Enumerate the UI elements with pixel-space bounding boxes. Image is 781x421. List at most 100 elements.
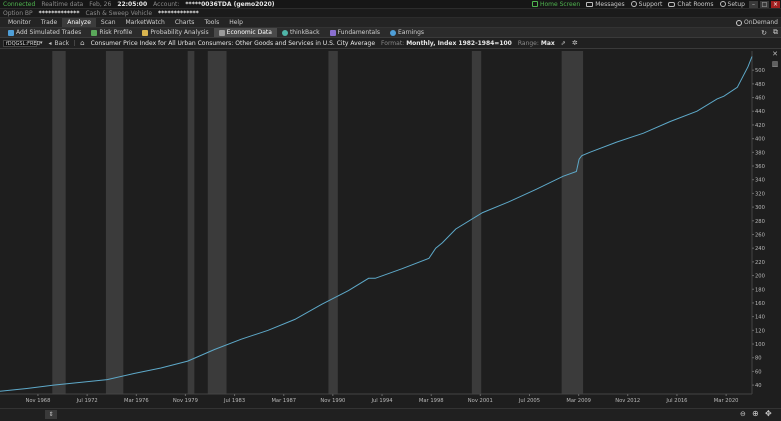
- subtab-fundamentals[interactable]: Fundamentals: [325, 28, 385, 37]
- y-tick-label: 340: [755, 178, 765, 184]
- tab-scan[interactable]: Scan: [96, 18, 121, 27]
- x-tick-label: Nov 1968: [25, 398, 50, 404]
- symbol-input[interactable]: fDQGSL:FRED: [3, 39, 40, 47]
- chevron-left-icon: ◂: [48, 39, 52, 47]
- tab-monitor[interactable]: Monitor: [3, 18, 36, 27]
- status-bar: Connected Realtime data Feb, 26 22:05:00…: [0, 0, 781, 9]
- analyze-sub-nav: Add Simulated Trades Risk Profile Probab…: [0, 28, 781, 38]
- chat-rooms-button[interactable]: Chat Rooms: [665, 0, 716, 8]
- format-value[interactable]: Monthly, Index 1982-1984=100: [405, 40, 515, 47]
- y-tick-label: 260: [755, 232, 765, 238]
- connection-status: Connected: [3, 0, 36, 8]
- chart-settings-gear-icon[interactable]: ✲: [569, 38, 581, 48]
- y-tick-label: 460: [755, 96, 765, 102]
- subtab-label: Fundamentals: [337, 29, 380, 36]
- series-title: Consumer Price Index for All Urban Consu…: [90, 39, 376, 47]
- subtab-label: Economic Data: [226, 29, 272, 36]
- x-tick-label: Mar 1998: [419, 398, 444, 404]
- tab-trade[interactable]: Trade: [36, 18, 62, 27]
- y-tick-label: 100: [755, 342, 765, 348]
- account-bar: Option BP ************* Cash & Sweep Veh…: [0, 9, 781, 18]
- cpi-line-chart[interactable]: 40 60 80 100 120 140 160 180 200 220 240 260 280 300 3…: [0, 49, 781, 408]
- probability-icon: [142, 29, 149, 36]
- tab-tools[interactable]: Tools: [199, 18, 224, 27]
- scroll-handle-icon[interactable]: ⇕: [45, 410, 57, 419]
- option-bp-value: *************: [38, 9, 80, 17]
- zoom-in-icon[interactable]: ⊕: [752, 409, 759, 418]
- envelope-icon: [586, 1, 594, 7]
- x-tick-label: Jul 1972: [76, 398, 98, 404]
- ondemand-label: OnDemand: [744, 19, 778, 26]
- back-button[interactable]: ◂ Back: [46, 38, 73, 48]
- y-tick-label: 300: [755, 205, 765, 211]
- y-tick-label: 440: [755, 109, 765, 115]
- x-tick-label: Nov 1979: [173, 398, 198, 404]
- x-tick-label: Jul 1994: [370, 398, 393, 404]
- fundamentals-icon: [329, 29, 336, 36]
- y-tick-label: 40: [755, 383, 762, 389]
- detach-window-icon[interactable]: ⧉: [770, 28, 781, 37]
- back-label: Back: [54, 39, 70, 47]
- account-label: Account:: [153, 0, 180, 8]
- zoom-out-icon[interactable]: ⊖: [740, 410, 746, 418]
- x-tick-label: Mar 1976: [124, 398, 149, 404]
- tab-analyze[interactable]: Analyze: [62, 18, 96, 27]
- question-icon: [630, 1, 637, 7]
- subtab-label: Add Simulated Trades: [16, 29, 82, 36]
- y-tick-label: 320: [755, 191, 765, 197]
- status-time: 22:05:00: [117, 0, 148, 8]
- setup-button[interactable]: Setup: [717, 0, 748, 8]
- x-tick-label: Jul 2016: [665, 398, 687, 404]
- symbol-dropdown-icon[interactable]: ▾: [37, 38, 46, 48]
- subtab-probability-analysis[interactable]: Probability Analysis: [137, 28, 213, 37]
- subtab-add-simulated-trades[interactable]: Add Simulated Trades: [3, 28, 86, 37]
- y-tick-label: 400: [755, 137, 765, 143]
- crosshair-icon[interactable]: ✥: [765, 409, 772, 418]
- plus-icon: [8, 29, 14, 36]
- chat-rooms-label: Chat Rooms: [677, 0, 714, 8]
- tab-marketwatch[interactable]: MarketWatch: [121, 18, 170, 27]
- collapse-panel-icon[interactable]: ✕: [771, 50, 779, 58]
- support-button[interactable]: Support: [628, 0, 666, 8]
- tab-charts[interactable]: Charts: [170, 18, 200, 27]
- close-window-button[interactable]: ×: [771, 0, 780, 8]
- home-screen-label: Home Screen: [539, 0, 581, 8]
- messages-label: Messages: [595, 0, 625, 8]
- bottom-toolbar: ⇕ ⊖ ⊕ ✥: [0, 408, 781, 421]
- x-tick-label: Mar 1987: [271, 398, 296, 404]
- subtab-earnings[interactable]: Earnings: [385, 28, 429, 37]
- y-tick-label: 180: [755, 287, 765, 293]
- y-tick-label: 160: [755, 301, 765, 307]
- account-id[interactable]: *****0036TDA (gemo2020): [182, 1, 277, 8]
- home-screen-button[interactable]: Home Screen: [529, 0, 583, 8]
- expand-panel-icon[interactable]: ▥: [771, 60, 779, 68]
- economic-data-icon: [218, 29, 225, 36]
- status-date: Feb, 26: [89, 0, 112, 8]
- messages-button[interactable]: Messages: [583, 0, 627, 8]
- thinkback-icon: [281, 29, 288, 36]
- minimize-window-button[interactable]: –: [749, 0, 758, 8]
- x-tick-label: Nov 2012: [615, 398, 640, 404]
- range-value[interactable]: Max: [540, 40, 558, 47]
- format-label: Format:: [381, 39, 405, 47]
- recession-shade: [561, 51, 584, 394]
- subtab-thinkback[interactable]: thinkBack: [277, 28, 325, 37]
- x-tick-label: Mar 2009: [566, 398, 591, 404]
- y-tick-label: 360: [755, 164, 765, 170]
- y-tick-label: 420: [755, 123, 765, 129]
- x-tick-label: Nov 2001: [468, 398, 493, 404]
- refresh-icon[interactable]: ↻: [758, 28, 770, 37]
- y-tick-label: 500: [755, 68, 765, 74]
- home-icon: [531, 1, 538, 7]
- tab-help[interactable]: Help: [224, 18, 248, 27]
- subtab-economic-data[interactable]: Economic Data: [213, 28, 277, 37]
- home-chart-icon[interactable]: ⌂: [77, 38, 87, 48]
- share-icon[interactable]: ⇗: [558, 38, 569, 48]
- earnings-icon: [390, 29, 396, 36]
- ondemand-button[interactable]: OnDemand: [733, 18, 781, 27]
- y-tick-label: 480: [755, 82, 765, 88]
- subtab-risk-profile[interactable]: Risk Profile: [86, 28, 137, 37]
- ondemand-icon: [736, 19, 743, 26]
- maximize-window-button[interactable]: □: [760, 0, 769, 8]
- y-tick-label: 140: [755, 315, 765, 321]
